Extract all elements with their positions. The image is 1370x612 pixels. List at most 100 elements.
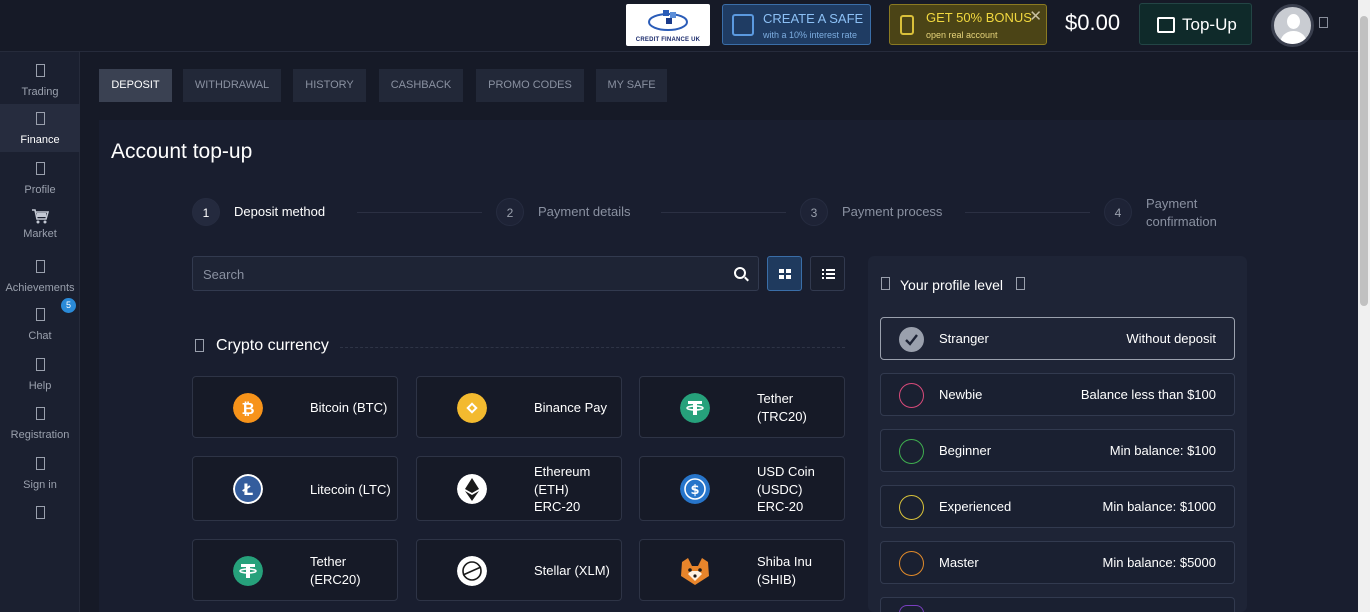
level-ring-icon — [899, 605, 924, 612]
sidebar-item-registration[interactable]: Registration — [0, 399, 80, 447]
svg-text:$: $ — [690, 483, 699, 498]
step-label: Deposit method — [234, 204, 326, 219]
method-card-binance-pay[interactable]: Binance Pay — [416, 376, 622, 438]
level-row-next[interactable] — [880, 597, 1235, 612]
method-card-usd-coin[interactable]: $ USD Coin (USDC) ERC-20 — [639, 456, 845, 521]
sidebar-item-sign-in[interactable]: Sign in — [0, 449, 80, 497]
sidebar-item-help[interactable]: Help — [0, 350, 80, 398]
sidebar-item-label: Registration — [10, 429, 70, 441]
bonus-button[interactable]: GET 50% BONUS open real account ✕ — [889, 4, 1047, 45]
sidebar-item-trading[interactable]: Trading — [0, 56, 80, 104]
scrollbar-thumb[interactable] — [1360, 16, 1368, 306]
level-row-stranger[interactable]: Stranger Without deposit — [880, 317, 1235, 360]
safe-subtitle: with a 10% interest rate — [763, 30, 858, 40]
level-row-experienced[interactable]: Experienced Min balance: $1000 — [880, 485, 1235, 528]
sidebar-item-market[interactable]: Market — [0, 202, 80, 250]
method-label: Binance Pay — [534, 400, 607, 415]
level-name: Newbie — [939, 387, 983, 402]
chevron-down-icon[interactable] — [1319, 17, 1328, 28]
method-card-tether-erc20[interactable]: Tether (ERC20) — [192, 539, 398, 601]
tab-deposit[interactable]: DEPOSIT — [99, 69, 172, 102]
level-ring-icon — [899, 439, 924, 464]
top-up-button[interactable]: Top-Up — [1139, 3, 1252, 45]
profile-level-title: Your profile level — [900, 277, 1003, 293]
sidebar-item-profile[interactable]: Profile — [0, 154, 80, 202]
sidebar-item-label: Achievements — [5, 282, 75, 294]
section-divider — [340, 347, 845, 348]
binance-icon — [457, 393, 487, 423]
tether-icon — [680, 393, 710, 423]
wallet-icon — [1157, 17, 1175, 33]
method-label-line2: (ERC20) — [310, 572, 361, 587]
sidebar: Trading Finance Profile Market Achieveme… — [0, 52, 80, 612]
level-ring-icon — [899, 495, 924, 520]
level-ring-icon — [899, 383, 924, 408]
finance-icon — [36, 112, 45, 125]
level-icon — [881, 277, 890, 290]
sign-in-icon — [36, 457, 45, 470]
method-label: Tether — [757, 391, 794, 406]
chat-icon — [36, 308, 45, 321]
method-card-bitcoin[interactable]: ₿ Bitcoin (BTC) — [192, 376, 398, 438]
method-label: Tether — [310, 554, 347, 569]
info-icon[interactable] — [1016, 277, 1025, 290]
trophy-icon — [36, 260, 45, 273]
method-card-shiba-inu[interactable]: Shiba Inu (SHIB) — [639, 539, 845, 601]
sidebar-item-finance[interactable]: Finance — [0, 104, 80, 152]
chat-unread-badge: 5 — [61, 298, 76, 313]
sidebar-item-label: Finance — [20, 134, 60, 146]
create-safe-button[interactable]: CREATE A SAFE with a 10% interest rate — [722, 4, 871, 45]
trading-icon — [36, 64, 45, 77]
method-label: Bitcoin (BTC) — [310, 400, 388, 415]
method-label: Shiba Inu — [757, 554, 812, 569]
level-requirement: Min balance: $100 — [1109, 443, 1216, 458]
broker-logo[interactable]: CREDIT FINANCE UK — [626, 4, 710, 46]
step-number: 3 — [800, 198, 828, 226]
top-up-label: Top-Up — [1182, 15, 1237, 34]
step-label: Payment details — [538, 204, 631, 219]
phone-icon — [900, 15, 914, 35]
tab-promo-codes[interactable]: PROMO CODES — [476, 69, 584, 102]
tab-cashback[interactable]: CASHBACK — [379, 69, 463, 102]
level-requirement: Without deposit — [1126, 331, 1216, 346]
method-card-tether-trc20[interactable]: Tether (TRC20) — [639, 376, 845, 438]
level-requirement: Min balance: $1000 — [1102, 499, 1216, 514]
search-bar — [192, 256, 759, 291]
list-view-button[interactable] — [810, 256, 845, 291]
tab-withdrawal[interactable]: WITHDRAWAL — [183, 69, 281, 102]
level-ring-icon — [899, 327, 924, 352]
sidebar-item-achievements[interactable]: Achievements — [0, 252, 80, 300]
method-card-litecoin[interactable]: Ł Litecoin (LTC) — [192, 456, 398, 521]
step-label-line2: confirmation — [1146, 214, 1217, 229]
level-row-beginner[interactable]: Beginner Min balance: $100 — [880, 429, 1235, 472]
method-card-stellar[interactable]: Stellar (XLM) — [416, 539, 622, 601]
account-balance: $0.00 — [1065, 10, 1121, 35]
stellar-icon — [457, 556, 487, 586]
method-label: Litecoin (LTC) — [310, 482, 391, 497]
cart-icon — [32, 209, 49, 224]
level-row-master[interactable]: Master Min balance: $5000 — [880, 541, 1235, 584]
method-label-line3: ERC-20 — [757, 499, 804, 514]
tab-history[interactable]: HISTORY — [293, 69, 366, 102]
sidebar-item-label: Profile — [24, 184, 56, 196]
svg-text:Ł: Ł — [242, 480, 253, 499]
help-icon — [36, 358, 45, 371]
level-name: Beginner — [939, 443, 992, 458]
crypto-section-icon — [195, 339, 204, 352]
search-icon[interactable] — [734, 267, 746, 279]
search-input[interactable] — [203, 265, 703, 283]
svg-text:₿: ₿ — [241, 399, 254, 418]
tab-my-safe[interactable]: MY SAFE — [596, 69, 667, 102]
sidebar-item-more[interactable] — [0, 498, 80, 546]
grid-view-button[interactable] — [767, 256, 802, 291]
step-number: 1 — [192, 198, 220, 226]
method-card-ethereum[interactable]: Ethereum (ETH) ERC-20 — [416, 456, 622, 521]
step-connector — [357, 212, 482, 213]
avatar[interactable] — [1271, 4, 1314, 47]
level-row-newbie[interactable]: Newbie Balance less than $100 — [880, 373, 1235, 416]
method-label-line2: (USDC) — [757, 482, 803, 497]
litecoin-icon: Ł — [233, 474, 263, 504]
page-scrollbar[interactable] — [1358, 0, 1370, 612]
close-icon[interactable]: ✕ — [1029, 7, 1042, 25]
method-label: Stellar (XLM) — [534, 563, 610, 578]
